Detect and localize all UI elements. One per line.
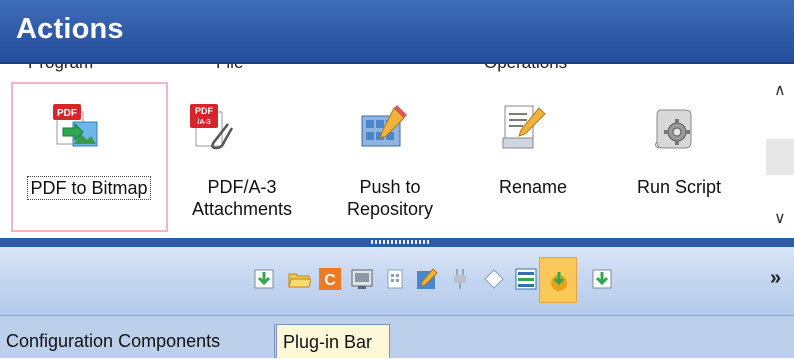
pdfa-version-text: /A-3: [197, 119, 210, 126]
export-icon[interactable]: [590, 267, 614, 291]
plugin-bar-toggle-button[interactable]: [539, 257, 577, 303]
download-icon[interactable]: [252, 267, 276, 291]
action-run-script[interactable]: Run Script: [599, 64, 759, 238]
diamond-icon[interactable]: [482, 267, 506, 291]
plug-icon[interactable]: [448, 267, 472, 291]
repository-icon: [361, 105, 407, 147]
scroll-down-arrow-icon[interactable]: ∨: [774, 208, 786, 228]
tab-plug-in-bar[interactable]: Plug-in Bar: [276, 324, 390, 358]
actions-vertical-scrollbar[interactable]: ∧ ∨: [766, 64, 794, 238]
actions-list-panel: Program File Operations PDF PDF to Bitma…: [0, 64, 794, 238]
plugin-toolbar: C »: [0, 247, 794, 316]
panel-splitter[interactable]: [0, 238, 794, 247]
layout-icon[interactable]: [514, 267, 538, 291]
action-label: Rename: [453, 176, 613, 198]
bottom-tab-bar: Configuration Components Plug-in Bar: [0, 316, 794, 358]
rename-icon: [502, 105, 546, 149]
pdfa-badge-text: PDF: [195, 106, 214, 116]
action-label-line: PDF to Bitmap: [27, 176, 151, 200]
pdf-badge-text: PDF: [57, 108, 77, 119]
pdfa3-attachment-icon: PDF /A-3: [190, 104, 234, 150]
action-label: Run Script: [599, 176, 759, 198]
edit-icon[interactable]: [415, 267, 439, 291]
c-icon[interactable]: C: [318, 267, 342, 291]
action-pdf-to-bitmap[interactable]: PDF PDF to Bitmap: [9, 64, 169, 238]
action-label-line: Attachments: [191, 199, 293, 219]
action-label: PDF to Bitmap: [9, 176, 169, 200]
actions-panel-title: Actions: [16, 13, 124, 45]
action-label: PDF/A-3 Attachments: [162, 176, 322, 220]
actions-panel-header: Actions: [0, 0, 794, 62]
tab-configuration-components[interactable]: Configuration Components: [0, 324, 275, 358]
action-label-line: Rename: [498, 177, 568, 197]
action-rename[interactable]: Rename: [453, 64, 613, 238]
action-label-line: Repository: [346, 199, 434, 219]
action-label-line: Push to: [359, 177, 421, 197]
page-icon[interactable]: [383, 267, 407, 291]
scroll-up-arrow-icon[interactable]: ∧: [774, 80, 786, 100]
pdf-to-bitmap-icon: PDF: [53, 104, 98, 147]
action-label-line: Run Script: [636, 177, 722, 197]
action-label-line: PDF/A-3: [207, 177, 277, 197]
toolbar-overflow-chevron-icon[interactable]: »: [770, 267, 781, 290]
action-pdfa3-attachments[interactable]: PDF /A-3 PDF/A-3 Attachments: [162, 64, 322, 238]
scroll-thumb[interactable]: [766, 139, 794, 175]
splitter-grip[interactable]: [371, 240, 431, 244]
action-push-to-repository[interactable]: Push to Repository: [310, 64, 470, 238]
script-gear-icon: [654, 109, 692, 149]
c-letter: C: [324, 272, 336, 289]
console-icon[interactable]: [350, 267, 374, 291]
action-label: Push to Repository: [310, 176, 470, 220]
folder-icon[interactable]: [287, 267, 311, 291]
plugin-bar-icon: [551, 272, 567, 291]
